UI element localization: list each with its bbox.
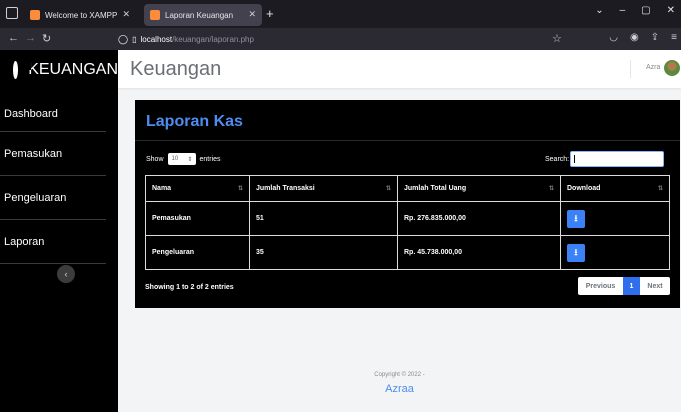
bookmark-star-icon[interactable]: ☆	[552, 32, 562, 45]
search-label: Search:	[545, 155, 570, 163]
url-path: /keuangan/laporan.php	[172, 34, 254, 44]
sidebar-item-label: Laporan	[4, 235, 45, 248]
table-info: Showing 1 to 2 of 2 entries	[145, 284, 234, 291]
browser-tab-xampp[interactable]: Welcome to XAMPP ✕	[24, 4, 130, 26]
minimize-icon[interactable]: –	[620, 5, 626, 16]
footer-brand[interactable]: Azraa	[118, 383, 681, 395]
reload-icon[interactable]: ↻	[42, 32, 51, 45]
sort-icon: ⇅	[657, 186, 663, 192]
card-title: Laporan Kas	[146, 113, 243, 130]
previous-page-button[interactable]: Previous	[578, 277, 623, 295]
tab-title: Laporan Keuangan	[165, 10, 234, 20]
sidebar-item-laporan[interactable]: Laporan	[0, 220, 106, 264]
download-button[interactable]: ⭳	[567, 209, 585, 228]
sidebar-brand[interactable]: KEUANGAN	[0, 50, 118, 90]
entries-label: entries	[199, 155, 221, 163]
cell-jumlah-transaksi: 51	[249, 201, 398, 236]
column-header-jumlah-total-uang[interactable]: Jumlah Total Uang ⇅	[397, 175, 561, 202]
sidebar-item-dashboard[interactable]: Dashboard	[0, 96, 106, 132]
card-divider	[135, 140, 680, 141]
laporan-kas-card: Laporan Kas Show 10 ⇕ entries Search: Na…	[135, 100, 680, 308]
user-name[interactable]: Azra	[646, 64, 660, 71]
avatar[interactable]	[664, 60, 680, 76]
tab-list-icon[interactable]	[6, 7, 18, 19]
sort-icon: ⇅	[237, 186, 243, 192]
new-tab-button[interactable]: +	[266, 6, 274, 21]
cell-jumlah-total-uang: Rp. 276.835.000,00	[397, 201, 561, 236]
download-icon: ⭳	[574, 246, 578, 257]
page-title: Keuangan	[130, 58, 222, 80]
column-header-jumlah-transaksi[interactable]: Jumlah Transaksi ⇅	[249, 175, 398, 202]
window-controls: ⌄ – ▢ ✕	[595, 5, 675, 16]
tab-title: Welcome to XAMPP	[45, 10, 118, 20]
page-icon: ▯	[132, 34, 137, 44]
xampp-favicon-icon	[30, 10, 40, 20]
share-icon[interactable]: ⇪	[651, 32, 659, 43]
show-label: Show	[146, 155, 164, 163]
cell-download: ⭳	[560, 201, 670, 236]
table-header-row: Nama ⇅ Jumlah Transaksi ⇅ Jumlah Total U…	[145, 175, 670, 202]
footer-copyright: Copyright © 2022 -	[374, 372, 425, 378]
toolbar-icons: ◡ ◉ ⇪ ≡	[609, 32, 677, 43]
sidebar-item-pengeluaran[interactable]: Pengeluaran	[0, 176, 106, 220]
page-1-button[interactable]: 1	[623, 277, 640, 295]
cell-nama: Pemasukan	[145, 201, 250, 236]
sidebar-item-pemasukan[interactable]: Pemasukan	[0, 132, 106, 176]
topbar-divider	[630, 60, 631, 78]
download-icon: ⭳	[574, 212, 578, 223]
sidebar: KEUANGAN Dashboard Pemasukan Pengeluaran…	[0, 50, 118, 412]
next-page-button[interactable]: Next	[640, 277, 670, 295]
close-tab-icon[interactable]: ✕	[248, 9, 256, 20]
browser-tab-laporan[interactable]: Laporan Keuangan ✕	[144, 4, 262, 26]
sidebar-item-label: Pemasukan	[4, 147, 63, 160]
download-button[interactable]: ⭳	[567, 243, 585, 262]
shield-icon[interactable]: ◯	[118, 34, 128, 45]
pocket-icon[interactable]: ◡	[609, 32, 618, 43]
sidebar-toggle-button[interactable]: ‹	[57, 265, 75, 283]
browser-tab-bar: Welcome to XAMPP ✕ Laporan Keuangan ✕ + …	[0, 0, 681, 28]
cell-jumlah-transaksi: 35	[249, 235, 398, 270]
table-row: Pengeluaran 35 Rp. 45.738.000,00 ⭳	[145, 235, 670, 270]
url-host: localhost	[140, 34, 173, 44]
pie-chart-icon	[13, 61, 32, 79]
sidebar-item-label: Pengeluaran	[4, 191, 67, 204]
xampp-favicon-icon	[150, 10, 160, 20]
back-icon[interactable]: ←	[8, 32, 19, 44]
chevron-down-icon[interactable]: ⌄	[595, 5, 603, 16]
browser-nav-bar: ← → ↻ ◯ ▯ localhost/keuangan/laporan.php…	[0, 28, 681, 50]
entries-value: 10	[171, 156, 179, 162]
cell-jumlah-total-uang: Rp. 45.738.000,00	[397, 235, 561, 270]
close-window-icon[interactable]: ✕	[667, 5, 675, 16]
search-control: Search:	[545, 151, 665, 167]
close-tab-icon[interactable]: ✕	[122, 9, 130, 20]
column-header-download[interactable]: Download ⇅	[560, 175, 670, 202]
entries-length-control: Show 10 ⇕ entries	[146, 153, 221, 165]
cell-nama: Pengeluaran	[145, 235, 250, 270]
account-icon[interactable]: ◉	[630, 32, 639, 43]
brand-name: KEUANGAN	[28, 61, 118, 78]
laporan-table: Nama ⇅ Jumlah Transaksi ⇅ Jumlah Total U…	[145, 175, 670, 270]
url-bar[interactable]: ◯ ▯ localhost/keuangan/laporan.php	[118, 31, 568, 47]
forward-icon[interactable]: →	[25, 32, 36, 44]
column-header-nama[interactable]: Nama ⇅	[145, 175, 250, 202]
entries-select[interactable]: 10 ⇕	[167, 153, 196, 165]
chevron-left-icon: ‹	[64, 269, 68, 279]
topbar: Keuangan Azra	[118, 50, 681, 88]
select-arrows-icon: ⇕	[187, 156, 193, 163]
search-input[interactable]	[570, 151, 665, 167]
cell-download: ⭳	[560, 235, 670, 270]
sort-icon: ⇅	[548, 186, 554, 192]
table-row: Pemasukan 51 Rp. 276.835.000,00 ⭳	[145, 201, 670, 236]
pagination: Previous 1 Next	[578, 277, 670, 295]
maximize-icon[interactable]: ▢	[641, 5, 650, 16]
sidebar-item-label: Dashboard	[4, 107, 58, 120]
menu-icon[interactable]: ≡	[671, 32, 677, 43]
sort-icon: ⇅	[385, 186, 391, 192]
